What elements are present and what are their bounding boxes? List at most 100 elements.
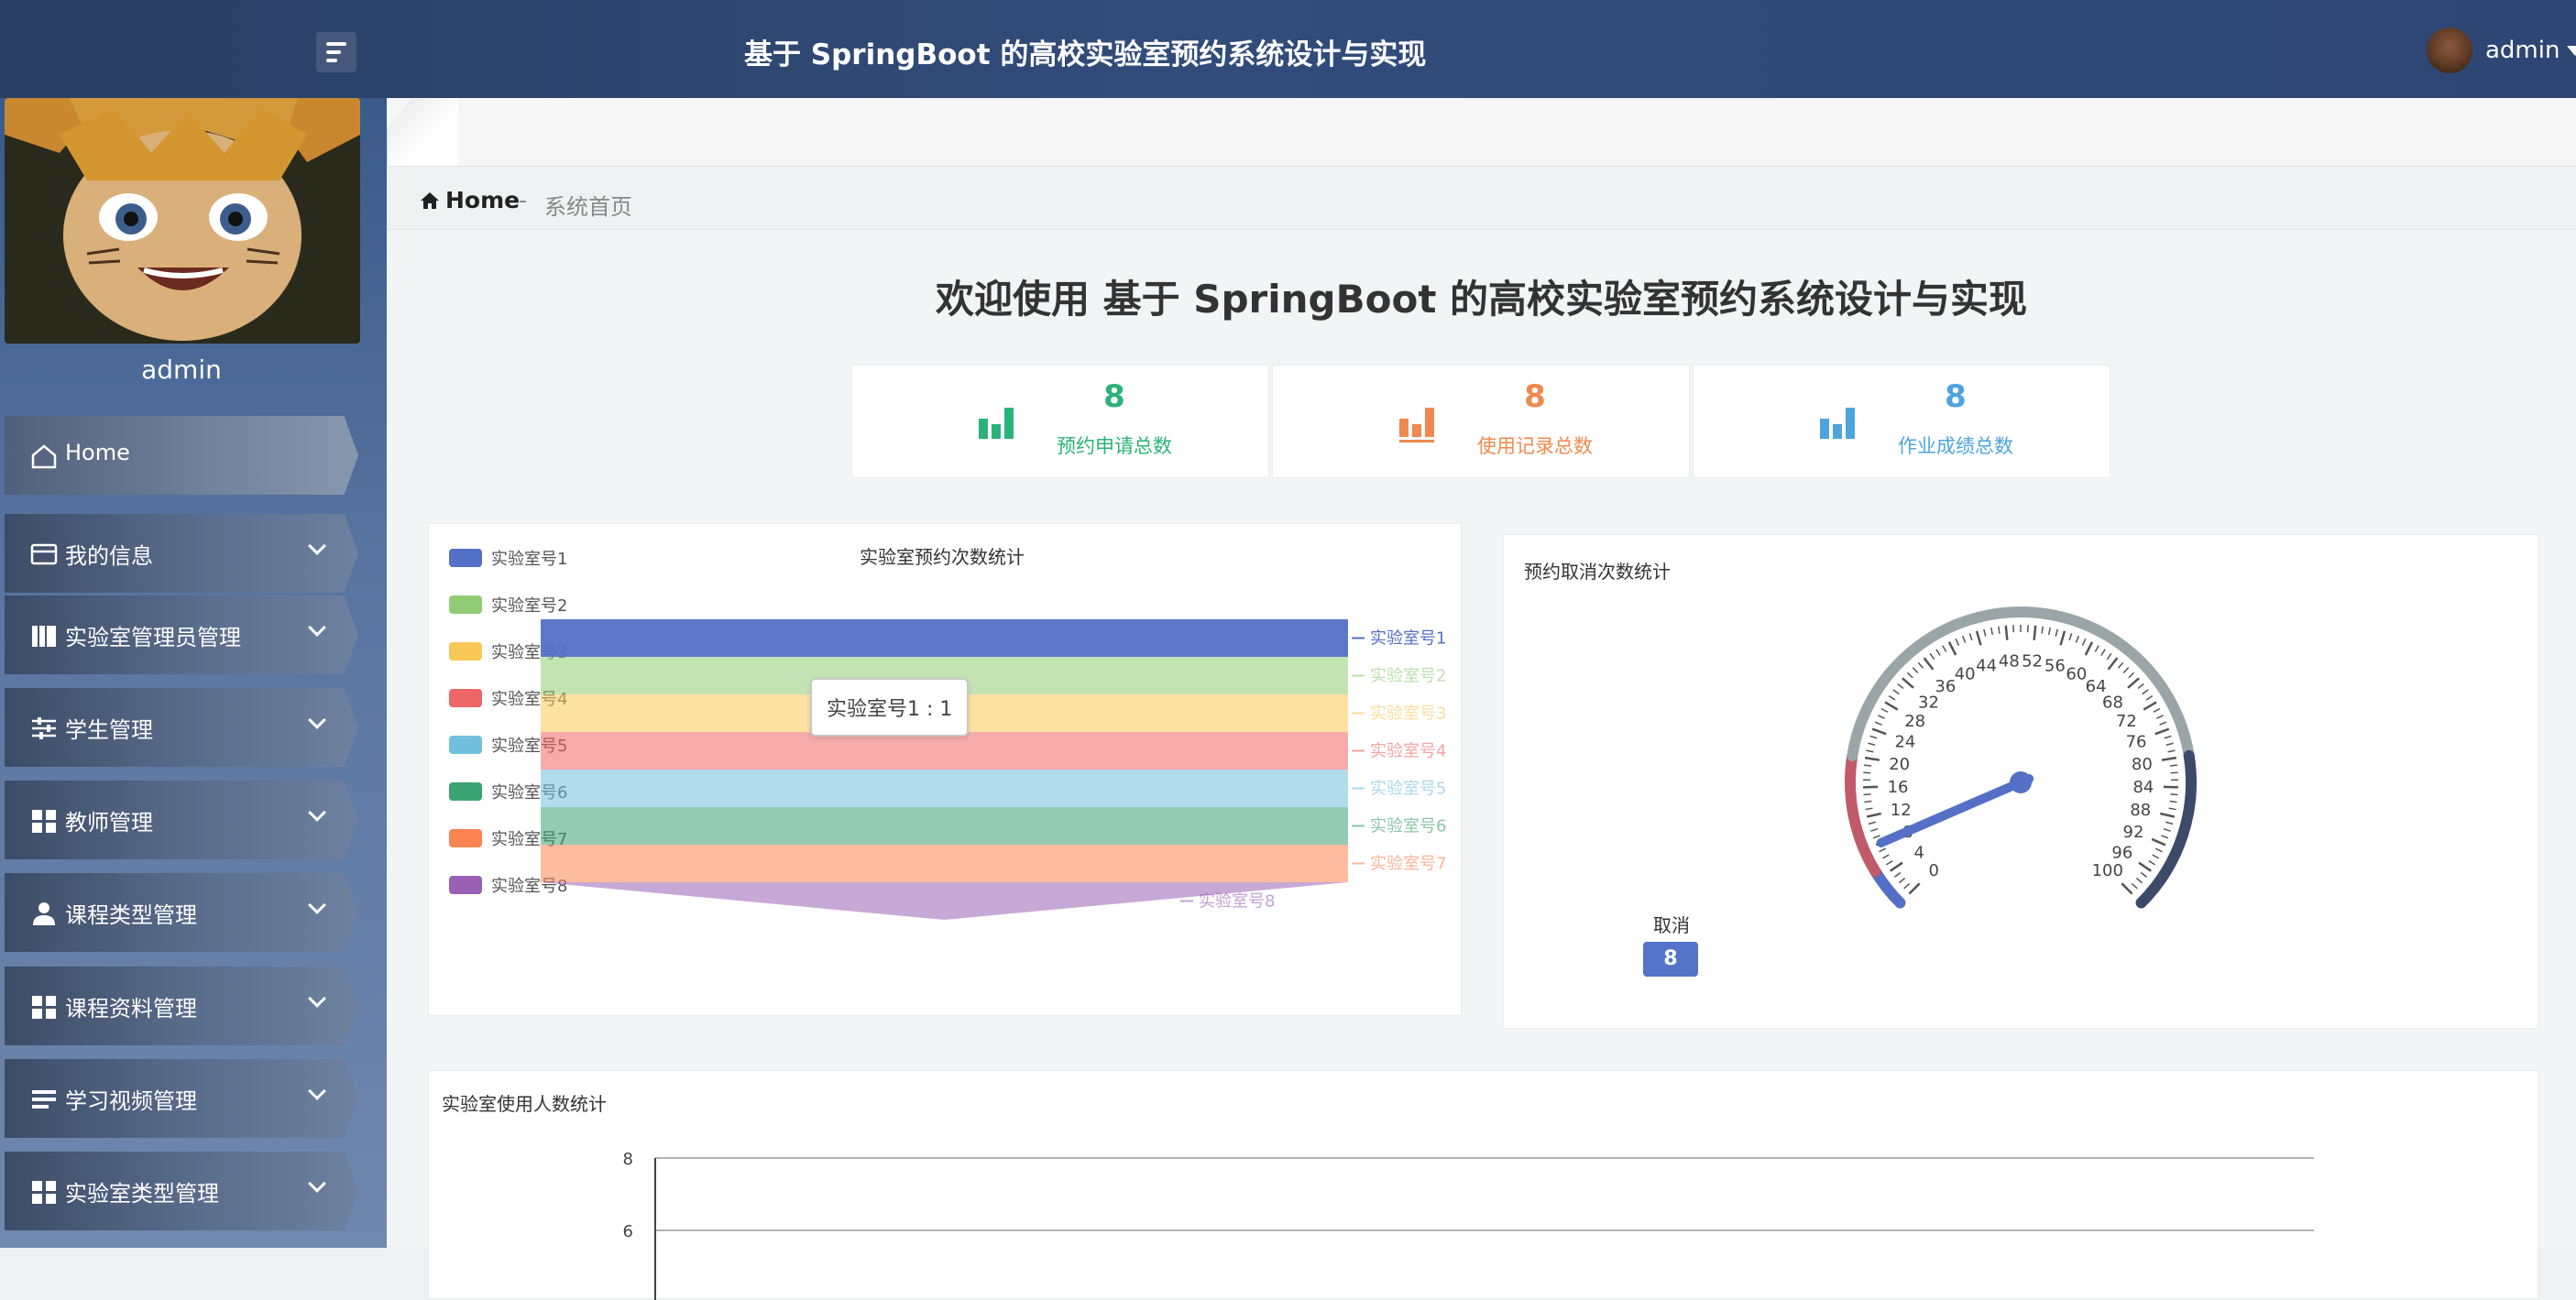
gauge-tick [1918,662,1923,668]
gauge-tick-label: 24 [1894,733,1915,752]
gauge-tick [1873,836,1880,838]
gauge-tick [1891,863,1902,871]
sidebar-item-teachers[interactable]: 教师管理 [5,781,358,859]
gauge-tick [2165,736,2172,737]
gauge-tick [1936,650,1940,656]
stat-value: 8 [1443,378,1627,415]
gauge-tick [2155,848,2162,852]
gauge-tick [1999,627,2000,634]
funnel-chart[interactable]: 实验室号1实验室号2实验室号3实验室号4实验室号5实验室号6实验室号7实验室号8 [429,524,1463,1017]
chevron-down-icon [308,537,326,555]
books-icon [30,623,58,649]
grid-icon [30,808,58,834]
caret-down-icon[interactable] [2567,46,2576,56]
breadcrumb-home-label[interactable]: Home [445,187,520,213]
gauge-tick [2086,642,2092,655]
stat-card-applications: 8 预约申请总数 [851,365,1269,478]
gauge-tick [1909,883,1919,893]
gauge-tick [1898,683,1903,688]
gauge-tick-label: 88 [2130,801,2151,820]
sidebar-item-lab-admin[interactable]: 实验室管理员管理 [5,595,358,674]
gauge-tick [2164,787,2178,788]
gauge-tick [2160,722,2166,725]
gauge-tick [2146,696,2153,700]
gauge-tick [1870,736,1878,737]
top-bar: 基于 SpringBoot 的高校实验室预约系统设计与实现 admin [0,0,2576,98]
user-menu[interactable]: admin [2427,27,2576,73]
funnel-segment-label: 实验室号7 [1370,855,1446,874]
chevron-down-icon [308,803,326,822]
avatar[interactable] [2427,27,2472,73]
gauge-tick [1924,658,1934,670]
gauge-tick [2101,650,2105,656]
sidebar-item-students[interactable]: 学生管理 [5,688,358,767]
gauge-tick [1864,765,1871,766]
gauge-series-label: 取消 [1653,911,1690,937]
funnel-segment-label: 实验室号8 [1199,892,1275,912]
system-title: 基于 SpringBoot 的高校实验室预约系统设计与实现 [744,31,1426,72]
gauge-tick [2171,772,2178,773]
menu-toggle-icon[interactable] [316,32,356,72]
gauge-tick-label: 40 [1955,665,1976,684]
gauge-chart-card: 预约取消次数统计 0481216202428323640444852566064… [1503,534,2538,1029]
user-name[interactable]: admin [2485,37,2560,64]
gauge-tick [2055,629,2057,637]
gauge-tick [1865,758,1880,760]
sidebar-item-study-videos[interactable]: 学习视频管理 [5,1059,358,1138]
gauge-tick [2049,628,2050,635]
gauge-tick [2170,794,2177,795]
gauge-tick [1894,872,1900,877]
sidebar-item-lab-types[interactable]: 实验室类型管理 [5,1152,358,1230]
sidebar-item-my-info[interactable]: 我的信息 [5,514,358,593]
breadcrumb-home[interactable]: Home [420,187,520,213]
gauge-tick [1904,883,1910,888]
sidebar-item-label: 实验室管理员管理 [65,619,241,651]
sidebar-item-home[interactable]: Home [5,416,358,495]
line-chart[interactable]: 86 [429,1071,2539,1300]
sidebar-item-course-materials[interactable]: 课程资料管理 [5,967,358,1045]
sidebar-item-label: Home [65,440,130,465]
sidebar-item-label: 教师管理 [65,804,153,836]
gauge-tick [2119,662,2123,668]
sidebar-item-course-types[interactable]: 课程类型管理 [5,873,358,952]
gauge-tick [2162,758,2176,760]
gauge-tick [2149,861,2155,865]
gauge-tick [2042,627,2043,634]
gauge-tick [2165,822,2173,824]
gauge-tick-label: 12 [1891,801,1912,820]
gauge-tick [2170,765,2177,766]
gauge-tick-label: 44 [1976,656,1997,675]
funnel-segment[interactable] [541,619,1348,657]
gauge-tick [1863,787,1878,788]
gauge-tick [2129,672,2134,678]
gauge-tick [1943,646,1946,652]
funnel-segment[interactable] [541,732,1348,770]
gauge-tick-label: 16 [1888,778,1909,797]
gauge-tick [2109,658,2118,670]
sidebar: admin Home 我的信息 实验室管理员管理 学生管理 教师管理 课程类型管… [0,98,387,1248]
stat-card-usage-records: 8 使用记录总数 [1272,365,1690,478]
funnel-segment[interactable] [541,807,1348,845]
bar-chart-icon [1399,406,1436,442]
gauge-tick [1991,628,1992,635]
funnel-segment[interactable] [541,845,1348,882]
chevron-down-icon [308,711,326,729]
bar-chart-icon [979,406,1015,439]
chevron-down-icon [308,618,326,637]
line-chart-card: 实验室使用人数统计 86 [428,1070,2538,1299]
breadcrumb-current: 系统首页 [544,189,632,221]
chart-tooltip: 实验室号1 : 1 [810,678,969,737]
gauge-tick [2155,729,2169,734]
list-icon [30,1087,58,1112]
gauge-tick [1881,709,1888,713]
user-icon [30,901,58,926]
sliders-icon [30,716,58,741]
gauge-tick-label: 84 [2132,778,2154,797]
sidebar-item-label: 实验室类型管理 [65,1175,219,1207]
gauge-tick [2139,863,2151,871]
gauge-tick [2121,883,2132,893]
funnel-segment[interactable] [541,770,1348,807]
page-fold-decoration [387,98,458,166]
sidebar-item-label: 学生管理 [65,712,153,744]
gauge-tick-label: 28 [1904,712,1925,731]
